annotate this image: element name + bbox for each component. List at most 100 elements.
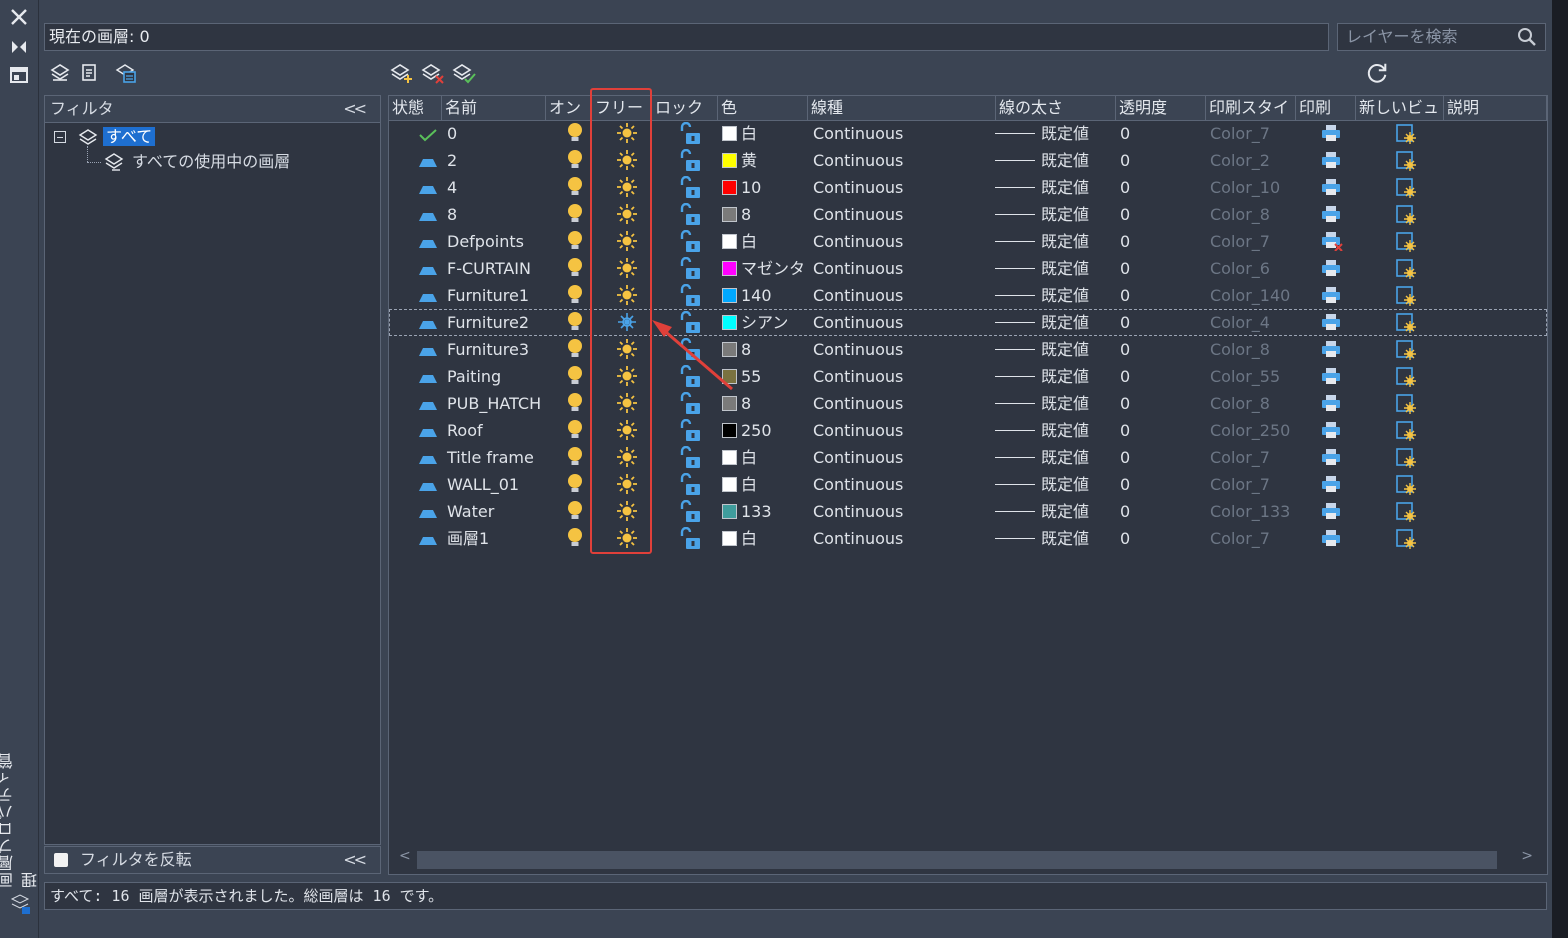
no-plot-printer-icon[interactable]	[1321, 231, 1343, 258]
unlocked-icon[interactable]	[678, 391, 702, 419]
col-description-header[interactable]: 説明	[1444, 96, 1547, 120]
layer-lineweight[interactable]: 既定値	[995, 390, 1089, 417]
layer-linetype[interactable]: Continuous	[813, 174, 903, 201]
properties-icon[interactable]	[8, 64, 30, 86]
layer-name[interactable]: Furniture3	[447, 336, 529, 363]
printer-icon[interactable]	[1321, 177, 1341, 204]
layer-color[interactable]: シアン	[722, 309, 788, 336]
layer-transparency[interactable]: 0	[1120, 444, 1130, 471]
layer-linetype[interactable]: Continuous	[813, 417, 903, 444]
layer-lineweight[interactable]: 既定値	[995, 201, 1089, 228]
layer-linetype[interactable]: Continuous	[813, 525, 903, 552]
layer-transparency[interactable]: 0	[1120, 120, 1130, 147]
refresh-icon[interactable]	[1365, 61, 1389, 85]
layer-transparency[interactable]: 0	[1120, 417, 1130, 444]
unlocked-icon[interactable]	[678, 337, 702, 365]
layer-name[interactable]: Furniture2	[447, 309, 529, 336]
layer-color[interactable]: 133	[722, 498, 772, 525]
layer-row[interactable]: 2 黄 Continuous 既定値 0 Color_2	[389, 147, 1547, 174]
printer-icon[interactable]	[1321, 204, 1341, 231]
layer-color[interactable]: 黄	[722, 147, 757, 174]
col-transparency-header[interactable]: 透明度	[1116, 96, 1206, 120]
layer-name[interactable]: Paiting	[447, 363, 501, 390]
new-layer-icon[interactable]	[390, 61, 414, 85]
layer-on-bulb-icon[interactable]	[566, 122, 584, 149]
layer-color[interactable]: 白	[722, 471, 757, 498]
col-newvp-header[interactable]: 新しいビュ	[1356, 96, 1444, 120]
layer-lineweight[interactable]: 既定値	[995, 282, 1089, 309]
layer-row[interactable]: Roof 250 Continuous 既定値 0 Color_250	[389, 417, 1547, 444]
layer-on-bulb-icon[interactable]	[566, 176, 584, 203]
layer-row[interactable]: PUB_HATCH 8 Continuous 既定値 0 Color_8	[389, 390, 1547, 417]
search-input[interactable]: レイヤーを検索	[1337, 23, 1546, 51]
unlocked-icon[interactable]	[678, 175, 702, 203]
layer-on-bulb-icon[interactable]	[566, 527, 584, 554]
layer-transparency[interactable]: 0	[1120, 363, 1130, 390]
layer-name[interactable]: F-CURTAIN	[447, 255, 531, 282]
unlocked-icon[interactable]	[678, 202, 702, 230]
layer-name[interactable]: Title frame	[447, 444, 534, 471]
unlocked-icon[interactable]	[678, 418, 702, 446]
scroll-thumb[interactable]	[417, 851, 1497, 869]
layer-row[interactable]: Defpoints 白 Continuous 既定値 0 Color_7	[389, 228, 1547, 255]
layer-name[interactable]: Water	[447, 498, 494, 525]
layer-color[interactable]: 8	[722, 201, 751, 228]
scroll-left-icon[interactable]: <	[399, 848, 411, 864]
layer-row[interactable]: Furniture3 8 Continuous 既定値 0 Color_8	[389, 336, 1547, 363]
layer-row[interactable]: Title frame 白 Continuous 既定値 0 Color_7	[389, 444, 1547, 471]
unlocked-icon[interactable]	[678, 283, 702, 311]
layer-linetype[interactable]: Continuous	[813, 444, 903, 471]
printer-icon[interactable]	[1321, 501, 1341, 528]
unlocked-icon[interactable]	[678, 445, 702, 473]
layer-linetype[interactable]: Continuous	[813, 471, 903, 498]
layer-row[interactable]: WALL_01 白 Continuous 既定値 0 Color_7	[389, 471, 1547, 498]
layer-row[interactable]: F-CURTAIN マゼンタ Continuous 既定値 0 Color_6	[389, 255, 1547, 282]
printer-icon[interactable]	[1321, 420, 1341, 447]
layer-transparency[interactable]: 0	[1120, 498, 1130, 525]
printer-icon[interactable]	[1321, 528, 1341, 555]
layer-row[interactable]: 4 10 Continuous 既定値 0 Color_10	[389, 174, 1547, 201]
auto-hide-icon[interactable]	[8, 36, 30, 58]
layer-linetype[interactable]: Continuous	[813, 336, 903, 363]
layer-row[interactable]: 0 白 Continuous 既定値 0 Color_7	[389, 120, 1547, 147]
layer-row[interactable]: Water 133 Continuous 既定値 0 Color_133	[389, 498, 1547, 525]
layer-transparency[interactable]: 0	[1120, 282, 1130, 309]
layer-row[interactable]: Paiting 55 Continuous 既定値 0 Color_55	[389, 363, 1547, 390]
layer-color[interactable]: 140	[722, 282, 772, 309]
unlocked-icon[interactable]	[678, 229, 702, 257]
unlocked-icon[interactable]	[678, 121, 702, 149]
layer-linetype[interactable]: Continuous	[813, 390, 903, 417]
layer-on-bulb-icon[interactable]	[566, 338, 584, 365]
search-icon[interactable]	[1517, 27, 1537, 47]
new-group-filter-icon[interactable]	[78, 61, 102, 85]
layer-on-bulb-icon[interactable]	[566, 257, 584, 284]
delete-layer-icon[interactable]	[421, 61, 445, 85]
layer-color[interactable]: 白	[722, 444, 757, 471]
layer-on-bulb-icon[interactable]	[566, 230, 584, 257]
layer-lineweight[interactable]: 既定値	[995, 228, 1089, 255]
layer-row[interactable]: 8 8 Continuous 既定値 0 Color_8	[389, 201, 1547, 228]
layer-row[interactable]: Furniture1 140 Continuous 既定値 0 Color_14…	[389, 282, 1547, 309]
layer-lineweight[interactable]: 既定値	[995, 120, 1089, 147]
layer-on-bulb-icon[interactable]	[566, 149, 584, 176]
col-lock-header[interactable]: ロック	[652, 96, 718, 120]
tree-item-all[interactable]: すべて	[103, 126, 156, 148]
layer-row[interactable]: Furniture2 シアン Continuous 既定値 0 Color_4	[389, 309, 1547, 336]
printer-icon[interactable]	[1321, 366, 1341, 393]
layer-transparency[interactable]: 0	[1120, 309, 1130, 336]
layer-color[interactable]: 250	[722, 417, 772, 444]
layer-linetype[interactable]: Continuous	[813, 309, 903, 336]
layer-name[interactable]: Furniture1	[447, 282, 529, 309]
printer-icon[interactable]	[1321, 312, 1341, 339]
new-viewport-freeze-icon[interactable]	[1395, 420, 1417, 447]
close-icon[interactable]	[8, 6, 30, 28]
layer-color[interactable]: 8	[722, 336, 751, 363]
unlocked-icon[interactable]	[678, 472, 702, 500]
layer-linetype[interactable]: Continuous	[813, 255, 903, 282]
new-viewport-freeze-icon[interactable]	[1395, 339, 1417, 366]
layer-transparency[interactable]: 0	[1120, 525, 1130, 552]
col-status-header[interactable]: 状態	[389, 96, 442, 120]
unlocked-icon[interactable]	[678, 148, 702, 176]
layer-lineweight[interactable]: 既定値	[995, 471, 1089, 498]
new-viewport-freeze-icon[interactable]	[1395, 501, 1417, 528]
